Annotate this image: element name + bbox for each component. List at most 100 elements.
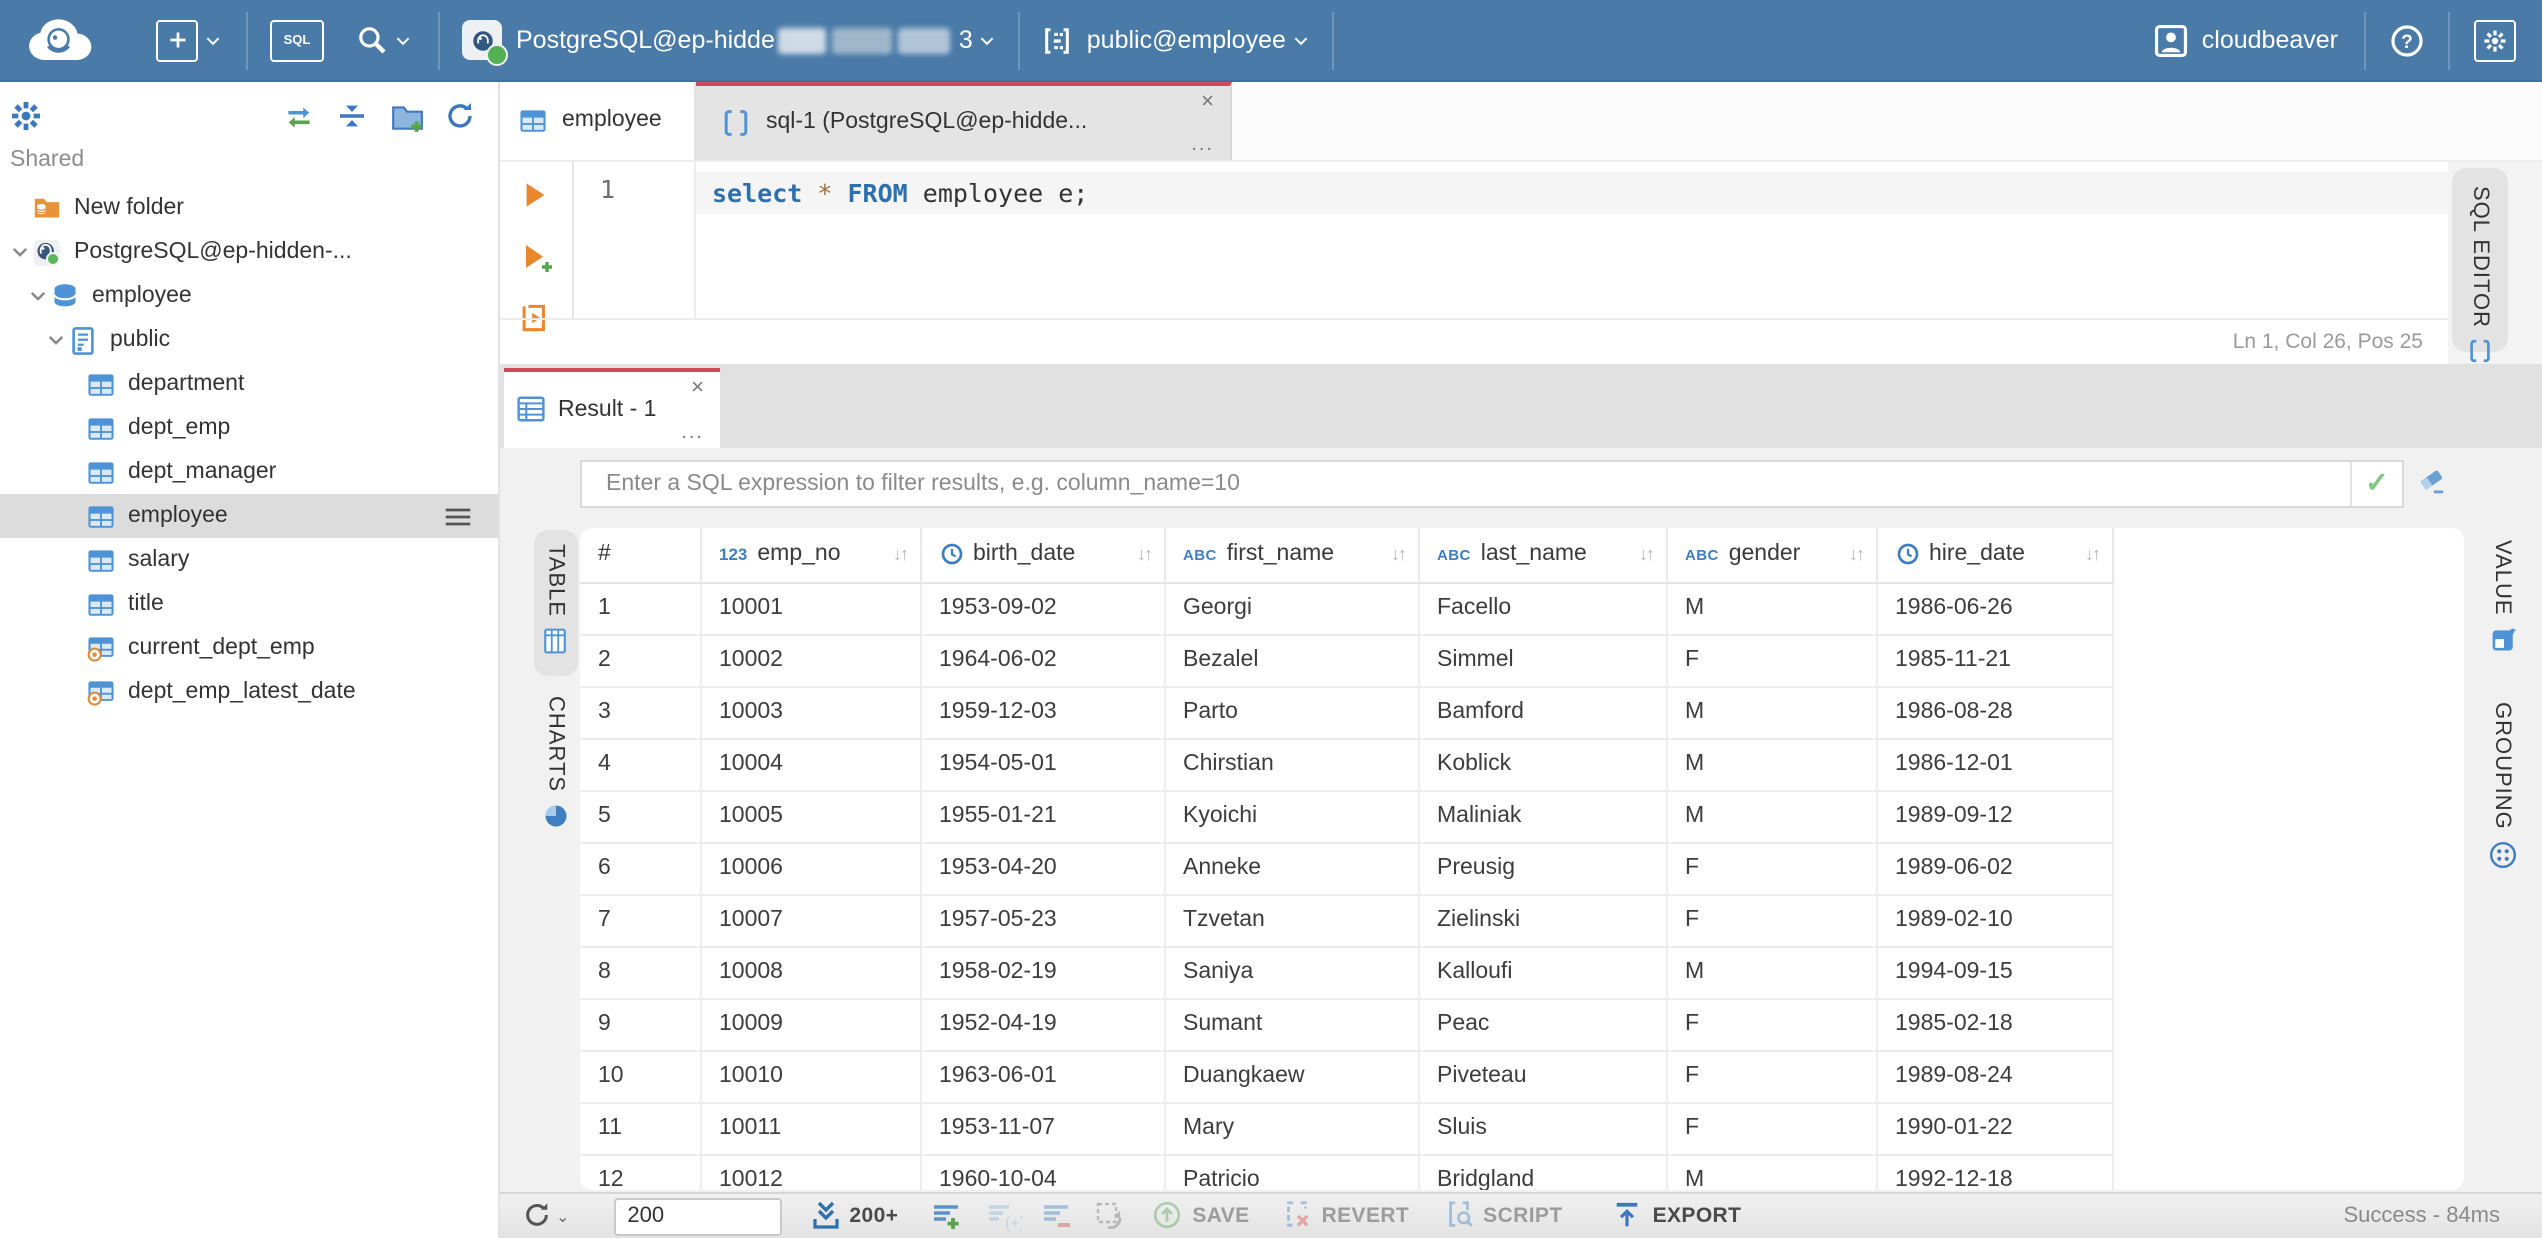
revert-button[interactable]: REVERT bbox=[1322, 1204, 1410, 1228]
settings-button[interactable] bbox=[2474, 19, 2516, 61]
tab-result-1[interactable]: Result - 1 × ... bbox=[504, 367, 720, 448]
close-icon[interactable]: × bbox=[1201, 90, 1214, 114]
cell[interactable]: Bridgland bbox=[1418, 1154, 1667, 1189]
cell[interactable]: Bamford bbox=[1418, 686, 1667, 739]
table-row[interactable]: 11 10011 1953-11-07 Mary Sluis F 1990-01-22 bbox=[580, 1102, 2131, 1155]
cell[interactable]: Maliniak bbox=[1418, 790, 1667, 843]
cell[interactable]: 1992-12-18 bbox=[1876, 1154, 2113, 1189]
cell[interactable]: 7 bbox=[580, 894, 701, 947]
paste-cell-icon[interactable] bbox=[1094, 1200, 1126, 1232]
tree-item-title[interactable]: title bbox=[0, 582, 498, 626]
table-row[interactable]: 5 10005 1955-01-21 Kyoichi Maliniak M 1989-09-… bbox=[580, 790, 2131, 843]
table-row[interactable]: 3 10003 1959-12-03 Parto Bamford M 1986-08-28 bbox=[580, 686, 2131, 739]
cell[interactable]: 1989-02-10 bbox=[1876, 894, 2113, 947]
cell[interactable]: 11 bbox=[580, 1102, 701, 1155]
cell[interactable]: 1989-09-12 bbox=[1876, 790, 2113, 843]
help-button[interactable]: ? bbox=[2390, 23, 2424, 57]
collapse-all-icon[interactable] bbox=[336, 99, 370, 133]
tree-item-postgresql-ep-hidden-[interactable]: PostgreSQL@ep-hidden-... bbox=[0, 230, 498, 274]
cell[interactable]: Tzvetan bbox=[1164, 894, 1419, 947]
tab-grouping-panel[interactable]: GROUPING bbox=[2484, 702, 2520, 870]
revert-icon[interactable] bbox=[1282, 1200, 1314, 1232]
cell[interactable]: 1 bbox=[580, 582, 701, 635]
cell[interactable]: 1963-06-01 bbox=[920, 1050, 1165, 1103]
filter-input[interactable] bbox=[582, 471, 2350, 496]
cell[interactable]: F bbox=[1666, 998, 1877, 1051]
new-folder-icon[interactable] bbox=[390, 99, 424, 133]
cell[interactable]: 1986-08-28 bbox=[1876, 686, 2113, 739]
fetch-more-icon[interactable] bbox=[809, 1200, 841, 1232]
execute-query-button[interactable] bbox=[520, 179, 552, 211]
cell[interactable]: 1986-12-01 bbox=[1876, 738, 2113, 791]
cell[interactable]: Facello bbox=[1418, 582, 1667, 635]
cell[interactable]: M bbox=[1666, 790, 1877, 843]
sql-code-line[interactable]: select * FROM employee e; bbox=[712, 178, 1088, 208]
apply-filter-check-icon[interactable]: ✓ bbox=[2350, 461, 2402, 506]
tab-sql-editor-side[interactable]: SQL EDITOR bbox=[2452, 168, 2508, 363]
user-menu[interactable]: cloudbeaver bbox=[2154, 23, 2338, 57]
table-row[interactable]: 7 10007 1957-05-23 Tzvetan Zielinski F 1989-02… bbox=[580, 894, 2131, 947]
cell[interactable]: 1953-11-07 bbox=[920, 1102, 1165, 1155]
cell[interactable]: 1955-01-21 bbox=[920, 790, 1165, 843]
column-header-gender[interactable]: ABC gender ↓↑ bbox=[1666, 527, 1877, 583]
refresh-options-chevron-icon[interactable]: ⌄ bbox=[556, 1207, 569, 1225]
column-header-emp_no[interactable]: 123 emp_no ↓↑ bbox=[700, 527, 921, 583]
driver-manager-button[interactable] bbox=[356, 24, 412, 56]
cell[interactable]: Sumant bbox=[1164, 998, 1419, 1051]
delete-row-icon[interactable] bbox=[1040, 1200, 1072, 1232]
cell[interactable]: 12 bbox=[580, 1154, 701, 1189]
cell[interactable]: Chirstian bbox=[1164, 738, 1419, 791]
cell[interactable]: 4 bbox=[580, 738, 701, 791]
fetch-more-label[interactable]: 200+ bbox=[849, 1204, 898, 1228]
cell[interactable]: Bezalel bbox=[1164, 634, 1419, 687]
save-icon[interactable] bbox=[1152, 1200, 1184, 1232]
export-button[interactable]: EXPORT bbox=[1653, 1204, 1742, 1228]
execute-new-tab-button[interactable] bbox=[520, 241, 552, 273]
table-row[interactable]: 8 10008 1958-02-19 Saniya Kalloufi M 1994-09-1… bbox=[580, 946, 2131, 999]
cell[interactable]: 10008 bbox=[700, 946, 921, 999]
tree-item-dept-manager[interactable]: dept_manager bbox=[0, 450, 498, 494]
sort-icon[interactable]: ↓↑ bbox=[893, 544, 909, 564]
script-button[interactable]: SCRIPT bbox=[1483, 1204, 1562, 1228]
cell[interactable]: 8 bbox=[580, 946, 701, 999]
cell[interactable]: Peac bbox=[1418, 998, 1667, 1051]
script-icon[interactable] bbox=[1443, 1200, 1475, 1232]
tab-sql-editor[interactable]: sql-1 (PostgreSQL@ep-hidde... × ... bbox=[696, 82, 1232, 159]
tab-more-icon[interactable]: ... bbox=[681, 423, 704, 444]
tree-item-employee[interactable]: employee bbox=[0, 494, 498, 538]
chevron-down-icon[interactable] bbox=[44, 328, 68, 352]
cell[interactable]: 1959-12-03 bbox=[920, 686, 1165, 739]
cell[interactable]: M bbox=[1666, 686, 1877, 739]
cell[interactable]: Simmel bbox=[1418, 634, 1667, 687]
tab-employee[interactable]: employee bbox=[500, 82, 696, 159]
tree-item-employee[interactable]: employee bbox=[0, 274, 498, 318]
cell[interactable]: 10011 bbox=[700, 1102, 921, 1155]
tab-value-panel[interactable]: VALUE bbox=[2484, 540, 2520, 652]
tree-item-new-folder[interactable]: New folder bbox=[0, 186, 498, 230]
chevron-down-icon[interactable] bbox=[8, 240, 32, 264]
sort-icon[interactable]: ↓↑ bbox=[1639, 544, 1655, 564]
column-header-first_name[interactable]: ABC first_name ↓↑ bbox=[1164, 527, 1419, 583]
cell[interactable]: 10 bbox=[580, 1050, 701, 1103]
table-row[interactable]: 6 10006 1953-04-20 Anneke Preusig F 1989-06-02 bbox=[580, 842, 2131, 895]
cell[interactable]: 10010 bbox=[700, 1050, 921, 1103]
refresh-tree-icon[interactable] bbox=[444, 99, 478, 133]
cell[interactable]: 1964-06-02 bbox=[920, 634, 1165, 687]
cell[interactable]: 1958-02-19 bbox=[920, 946, 1165, 999]
cell[interactable]: 9 bbox=[580, 998, 701, 1051]
new-connection-button[interactable] bbox=[156, 19, 222, 61]
cell[interactable]: 1985-02-18 bbox=[1876, 998, 2113, 1051]
cell[interactable]: 1990-01-22 bbox=[1876, 1102, 2113, 1155]
cell[interactable]: Mary bbox=[1164, 1102, 1419, 1155]
tab-charts-view[interactable]: CHARTS bbox=[534, 696, 577, 828]
cell[interactable]: Preusig bbox=[1418, 842, 1667, 895]
cell[interactable]: Anneke bbox=[1164, 842, 1419, 895]
cell[interactable]: 1960-10-04 bbox=[920, 1154, 1165, 1189]
column-header-rownum[interactable]: # bbox=[580, 527, 701, 583]
table-row[interactable]: 4 10004 1954-05-01 Chirstian Koblick M 1986-12… bbox=[580, 738, 2131, 791]
cell[interactable]: 1989-06-02 bbox=[1876, 842, 2113, 895]
cell[interactable]: 10006 bbox=[700, 842, 921, 895]
cell[interactable]: 1985-11-21 bbox=[1876, 634, 2113, 687]
cell[interactable]: M bbox=[1666, 582, 1877, 635]
chevron-down-icon[interactable] bbox=[26, 284, 50, 308]
